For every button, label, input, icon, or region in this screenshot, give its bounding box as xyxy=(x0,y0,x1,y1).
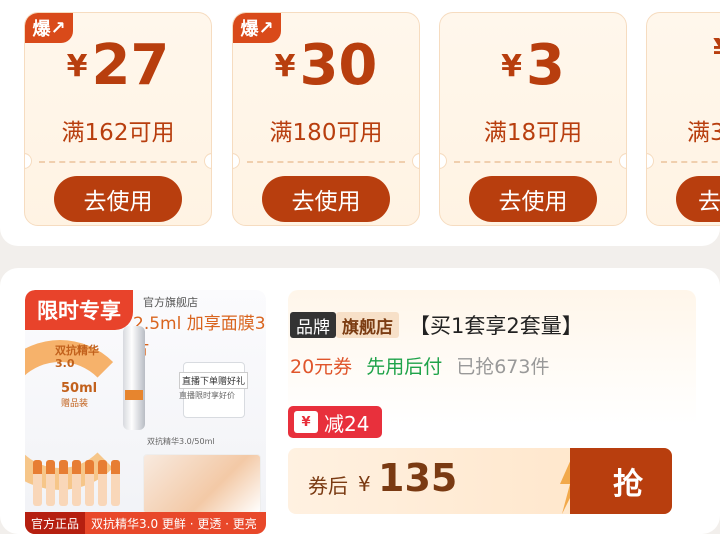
price-bar[interactable]: 券后 ¥ 135 抢 xyxy=(288,448,672,514)
vials-image xyxy=(33,460,133,510)
price-value: 135 xyxy=(378,456,458,500)
price-prefix: 券后 xyxy=(308,474,348,498)
coupon-card[interactable]: 爆 ↗ ¥27 满162可用 去使用 xyxy=(24,12,212,226)
brand-tag: 品牌 xyxy=(290,312,336,338)
coupon-card-partial[interactable]: ¥ 满3 去 xyxy=(646,12,720,226)
coupon-amount: ¥3 xyxy=(501,33,565,98)
image-gift-sublabel: 直播限时享好价 xyxy=(179,391,235,400)
use-coupon-button[interactable]: 去使用 xyxy=(262,176,390,222)
image-store-text: 官方旗舰店 xyxy=(143,296,198,309)
coupon-condition: 满18可用 xyxy=(483,120,583,146)
product-title-row[interactable]: 品牌 旗舰店 【买1套享2套量】 xyxy=(290,310,583,340)
coupon-card[interactable]: 爆 ↗ ¥30 满180可用 去使用 xyxy=(232,12,420,226)
buy-now-pay-later-label: 先用后付 xyxy=(366,356,443,378)
coupon-divider xyxy=(661,161,720,163)
coupon-amount: ¥30 xyxy=(274,33,378,98)
coupon-strip: 爆 ↗ ¥27 满162可用 去使用 爆 ↗ ¥30 满180可用 去使用 ¥3 满… xyxy=(0,0,720,246)
discount-text: 减24 xyxy=(324,411,370,436)
flagship-tag: 旗舰店 xyxy=(336,312,399,338)
coupon-label: 20元券 xyxy=(290,356,353,378)
discount-badge: ¥ 减24 xyxy=(288,406,382,438)
product-meta: 20元券 先用后付 已抢673件 xyxy=(290,352,549,379)
coupon-amount: ¥ xyxy=(713,33,720,72)
use-coupon-button[interactable]: 去 xyxy=(676,176,720,222)
use-coupon-button[interactable]: 去使用 xyxy=(54,176,182,222)
genuine-badge: 官方正品 xyxy=(25,512,86,534)
coupon-condition: 满180可用 xyxy=(269,120,383,146)
product-info[interactable]: 品牌 旗舰店 【买1套享2套量】 20元券 先用后付 已抢673件 ¥ 减24 … xyxy=(288,290,696,534)
product-title[interactable]: 【买1套享2套量】 xyxy=(409,310,583,340)
product-image[interactable]: 限时专享 官方旗舰店 2.5ml 加享面膜3片 双抗精华 3.0 50ml赠品装… xyxy=(25,290,266,534)
coupon-divider xyxy=(247,161,405,163)
sold-count: 已抢673件 xyxy=(456,356,550,378)
coupon-divider xyxy=(454,161,612,163)
coupon-condition: 满162可用 xyxy=(61,120,175,146)
image-volume-label: 50ml 赠品装 xyxy=(61,381,98,410)
coupon-card[interactable]: ¥3 满18可用 去使用 xyxy=(439,12,627,226)
coupon-divider xyxy=(39,161,197,163)
coupon-condition: 满3 xyxy=(687,120,720,146)
price-currency: ¥ xyxy=(358,472,371,496)
image-footer: 官方正品 双抗精华3.0 更鲜 · 更透 · 更亮 xyxy=(25,512,266,534)
image-gift-label: 直播下单赠好礼 xyxy=(179,372,249,389)
image-headline: 2.5ml 加享面膜3片 xyxy=(133,314,266,359)
coupon-amount: ¥27 xyxy=(66,33,170,98)
image-caption: 双抗精华3.0/50ml xyxy=(147,437,215,446)
serum-bottle-image xyxy=(123,326,145,430)
grab-button[interactable]: 抢 xyxy=(570,448,672,514)
image-serum-label: 双抗精华 3.0 xyxy=(55,344,99,370)
product-card[interactable]: 限时专享 官方旗舰店 2.5ml 加享面膜3片 双抗精华 3.0 50ml赠品装… xyxy=(0,268,720,534)
yen-coupon-icon: ¥ xyxy=(294,411,318,433)
use-coupon-button[interactable]: 去使用 xyxy=(469,176,597,222)
limited-offer-tag: 限时专享 xyxy=(25,290,133,330)
mask-pack-image xyxy=(143,454,261,514)
image-slogan: 双抗精华3.0 更鲜 · 更透 · 更亮 xyxy=(91,516,257,531)
